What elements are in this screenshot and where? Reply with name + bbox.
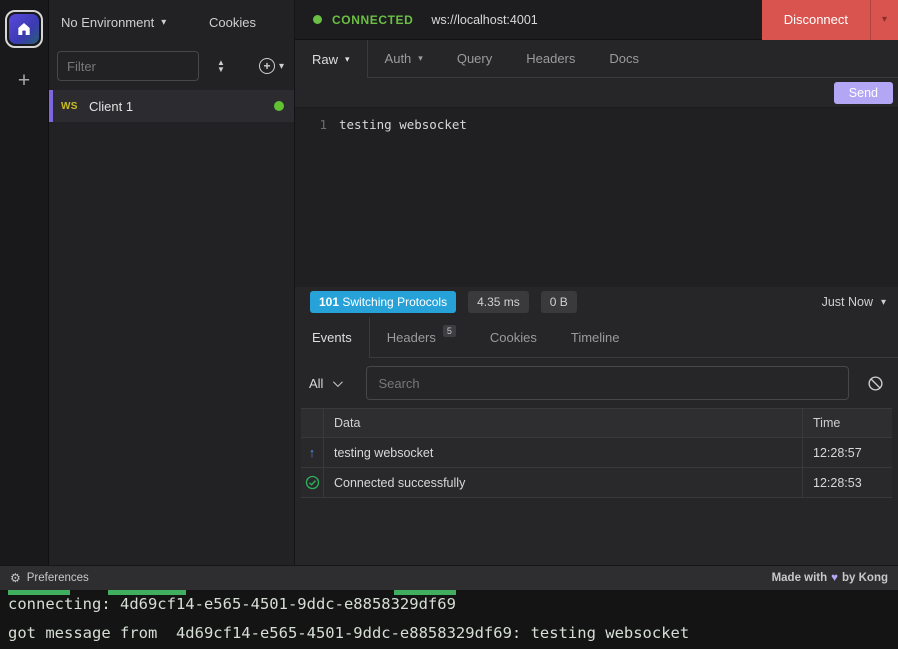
cookies-button[interactable]: Cookies <box>209 15 256 30</box>
event-data: Connected successfully <box>324 468 803 497</box>
chevron-down-icon: ▾ <box>418 53 423 64</box>
time-badge: 4.35 ms <box>468 291 529 313</box>
url-bar: CONNECTED ws://localhost:4001 Disconnect… <box>295 0 898 40</box>
request-response-panel: CONNECTED ws://localhost:4001 Disconnect… <box>295 0 898 565</box>
events-search-input[interactable] <box>366 366 849 400</box>
websocket-url[interactable]: ws://localhost:4001 <box>431 13 761 27</box>
tab-docs[interactable]: Docs <box>592 40 656 77</box>
tab-events[interactable]: Events <box>295 317 370 358</box>
request-name: Client 1 <box>89 99 133 114</box>
disconnect-split-button: Disconnect ▾ <box>762 0 898 40</box>
tab-headers-label: Headers <box>387 330 436 345</box>
tab-query[interactable]: Query <box>440 40 509 77</box>
send-button[interactable]: Send <box>834 82 893 104</box>
heart-icon: ♥ <box>831 572 838 584</box>
clipped-text-fragment <box>108 590 186 595</box>
event-time: 12:28:53 <box>803 468 892 497</box>
connection-status-label: CONNECTED <box>332 13 413 27</box>
tab-auth-label: Auth <box>385 51 412 66</box>
table-row[interactable]: Connected successfully 12:28:53 <box>301 468 892 498</box>
preferences-button[interactable]: ⚙ Preferences <box>10 571 89 585</box>
filter-input[interactable] <box>57 51 199 81</box>
status-footer: ⚙ Preferences Made with ♥ by Kong <box>0 565 898 590</box>
chevron-down-icon: ▾ <box>345 54 350 65</box>
recency-label: Just Now <box>822 295 873 309</box>
home-icon <box>9 14 39 44</box>
chevron-down-icon <box>333 377 343 387</box>
terminal-line: got message from 4d69cf14-e565-4501-9ddc… <box>8 619 898 648</box>
tab-raw-label: Raw <box>312 52 338 67</box>
icon-column-header <box>301 409 324 437</box>
response-history-dropdown[interactable]: Just Now ▾ <box>822 295 886 309</box>
message-editor[interactable]: 1 testing websocket <box>295 108 898 287</box>
events-table: Data Time ↑ testing websocket 12:28:57 C… <box>301 408 892 498</box>
response-tabs: Events Headers 5 Cookies Timeline <box>295 317 898 358</box>
plus-circle-icon: + <box>259 58 275 74</box>
sort-down-glyph: ▼ <box>217 66 225 73</box>
send-row: Send <box>295 78 898 108</box>
event-type-select[interactable]: All <box>309 376 344 391</box>
connection-status-dot <box>274 101 284 111</box>
status-text: Switching Protocols <box>342 295 447 309</box>
events-filter-row: All <box>295 358 898 408</box>
response-meta-bar: 101 Switching Protocols 4.35 ms 0 B Just… <box>295 287 898 317</box>
status-badge: 101 Switching Protocols <box>310 291 456 313</box>
app-rail: + <box>0 0 49 565</box>
editor-line-text: testing websocket <box>339 117 467 287</box>
credit-suffix: by Kong <box>842 572 888 584</box>
data-column-header: Data <box>324 409 803 437</box>
kong-credit: Made with ♥ by Kong <box>772 572 888 584</box>
tab-auth[interactable]: Auth ▾ <box>368 40 440 77</box>
request-item-client1[interactable]: WS Client 1 <box>49 90 294 122</box>
request-tabs: Raw ▾ Auth ▾ Query Headers Docs <box>295 40 898 78</box>
gear-icon: ⚙ <box>10 571 21 585</box>
event-type-value: All <box>309 376 323 391</box>
disconnect-menu-button[interactable]: ▾ <box>870 0 898 40</box>
main-area: + No Environment ▾ Cookies ▲ ▼ + ▾ <box>0 0 898 565</box>
sent-arrow-up-icon: ↑ <box>301 438 324 467</box>
sidebar: No Environment ▾ Cookies ▲ ▼ + ▾ WS <box>49 0 295 565</box>
clipped-text-fragment <box>8 590 70 595</box>
table-row[interactable]: ↑ testing websocket 12:28:57 <box>301 438 892 468</box>
ws-method-badge: WS <box>61 101 89 112</box>
tab-response-cookies[interactable]: Cookies <box>473 317 554 357</box>
clipped-text-fragment <box>394 590 456 595</box>
chevron-down-icon: ▾ <box>279 61 284 72</box>
terminal-output: connecting: 4d69cf14-e565-4501-9ddc-e885… <box>0 590 898 649</box>
sort-icon[interactable]: ▲ ▼ <box>217 59 225 73</box>
clear-filter-icon[interactable] <box>867 375 884 392</box>
environment-selector[interactable]: No Environment ▾ <box>61 15 166 30</box>
environment-label: No Environment <box>61 15 154 30</box>
preferences-label: Preferences <box>27 572 89 584</box>
chevron-down-icon: ▾ <box>161 17 166 28</box>
tab-timeline[interactable]: Timeline <box>554 317 637 357</box>
disconnect-button[interactable]: Disconnect <box>762 0 870 40</box>
time-column-header: Time <box>803 409 892 437</box>
request-list: WS Client 1 <box>49 90 294 122</box>
tab-headers[interactable]: Headers <box>509 40 592 77</box>
events-table-header: Data Time <box>301 408 892 438</box>
credit-prefix: Made with <box>772 572 828 584</box>
headers-count-badge: 5 <box>443 325 456 337</box>
create-request-button[interactable]: + ▾ <box>259 58 284 74</box>
event-time: 12:28:57 <box>803 438 892 467</box>
status-code: 101 <box>319 295 339 309</box>
sidebar-header: No Environment ▾ Cookies <box>49 0 294 44</box>
tab-raw[interactable]: Raw ▾ <box>295 40 368 78</box>
connected-check-icon <box>301 468 324 497</box>
event-data: testing websocket <box>324 438 803 467</box>
new-project-button[interactable]: + <box>18 70 30 91</box>
chevron-down-icon: ▾ <box>882 14 887 25</box>
sidebar-filter-row: ▲ ▼ + ▾ <box>49 44 294 88</box>
size-badge: 0 B <box>541 291 577 313</box>
chevron-down-icon: ▾ <box>881 297 886 308</box>
terminal-clipped-line <box>8 590 898 595</box>
editor-line-number: 1 <box>295 117 339 287</box>
tab-response-headers[interactable]: Headers 5 <box>370 317 473 357</box>
connected-dot-icon <box>313 15 322 24</box>
home-button[interactable] <box>5 10 43 48</box>
events-empty-space <box>295 498 898 565</box>
arrow-up-glyph: ↑ <box>309 445 316 460</box>
insomnia-app: + No Environment ▾ Cookies ▲ ▼ + ▾ <box>0 0 898 649</box>
